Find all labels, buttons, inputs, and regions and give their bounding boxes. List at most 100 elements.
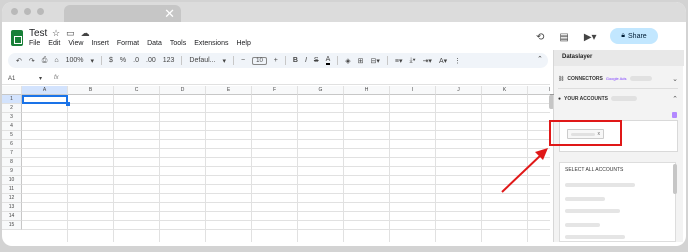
column-header-k[interactable]: K: [482, 86, 528, 95]
select-all-corner[interactable]: [2, 86, 22, 95]
account-option[interactable]: [565, 197, 605, 201]
row-header-5[interactable]: 5: [2, 131, 22, 140]
account-option[interactable]: [565, 235, 625, 239]
share-button[interactable]: 🔒︎ Share: [610, 28, 658, 44]
row-header-10[interactable]: 10: [2, 176, 22, 185]
row-header-11[interactable]: 11: [2, 185, 22, 194]
menu-data[interactable]: Data: [147, 40, 162, 47]
menu-tools[interactable]: Tools: [170, 40, 186, 47]
font-chevron-icon[interactable]: ▾: [223, 57, 227, 65]
browser-tab[interactable]: ✕: [64, 5, 181, 22]
window-zoom-dot[interactable]: [37, 8, 44, 15]
decrease-decimal-button[interactable]: .0: [133, 57, 139, 64]
spreadsheet-grid[interactable]: ABCDEFGHIJKL123456789101112131415: [2, 86, 550, 242]
name-box-chevron-icon[interactable]: ▾: [39, 75, 42, 82]
column-header-l[interactable]: L: [528, 86, 550, 95]
grid-row-line: [22, 229, 550, 230]
column-header-h[interactable]: H: [344, 86, 390, 95]
selected-cell[interactable]: [22, 95, 68, 104]
borders-icon[interactable]: ⊞: [358, 57, 364, 65]
row-header-12[interactable]: 12: [2, 194, 22, 203]
zoom-select[interactable]: 100%: [66, 57, 84, 64]
column-header-c[interactable]: C: [114, 86, 160, 95]
star-icon[interactable]: ☆: [52, 28, 66, 38]
row-header-13[interactable]: 13: [2, 203, 22, 212]
row-header-6[interactable]: 6: [2, 140, 22, 149]
text-color-icon[interactable]: A: [325, 56, 331, 65]
move-folder-icon[interactable]: ▭: [66, 28, 81, 38]
fill-handle[interactable]: [66, 102, 70, 106]
column-header-d[interactable]: D: [160, 86, 206, 95]
chevron-down-icon[interactable]: ⌄: [672, 75, 678, 83]
percent-format-button[interactable]: %: [120, 57, 126, 64]
text-wrap-icon[interactable]: ⇥▾: [423, 57, 432, 65]
font-size-decrease-button[interactable]: −: [241, 57, 245, 64]
select-all-accounts-option[interactable]: SELECT ALL ACCOUNTS: [565, 167, 623, 173]
italic-icon[interactable]: I: [305, 57, 307, 64]
chevron-up-icon[interactable]: ⌃: [672, 95, 678, 103]
redo-icon[interactable]: ↷: [29, 57, 35, 65]
column-header-e[interactable]: E: [206, 86, 252, 95]
sidebar-scrollbar[interactable]: [673, 164, 677, 194]
column-header-a[interactable]: A: [22, 86, 68, 95]
number-format-button[interactable]: 123: [163, 57, 175, 64]
column-header-b[interactable]: B: [68, 86, 114, 95]
strikethrough-icon[interactable]: S: [314, 57, 319, 64]
window-minimize-dot[interactable]: [24, 8, 31, 15]
meet-icon[interactable]: ▶▾: [584, 32, 597, 43]
sheets-logo-icon[interactable]: [11, 30, 23, 46]
accounts-section[interactable]: ● YOUR ACCOUNTS ⌃: [558, 92, 678, 105]
merge-cells-icon[interactable]: ⊟▾: [371, 57, 380, 65]
column-header-j[interactable]: J: [436, 86, 482, 95]
row-header-8[interactable]: 8: [2, 158, 22, 167]
tab-close-icon[interactable]: ✕: [164, 6, 175, 22]
fill-color-icon[interactable]: ◈: [345, 57, 350, 65]
row-header-15[interactable]: 15: [2, 221, 22, 230]
row-header-1[interactable]: 1: [2, 95, 22, 104]
menu-edit[interactable]: Edit: [48, 40, 60, 47]
row-header-14[interactable]: 14: [2, 212, 22, 221]
text-rotation-icon[interactable]: A▾: [439, 57, 447, 65]
horizontal-align-icon[interactable]: ≡▾: [395, 57, 403, 65]
menu-view[interactable]: View: [68, 40, 83, 47]
more-options-icon[interactable]: ⋮: [454, 57, 461, 65]
bold-icon[interactable]: B: [293, 57, 298, 64]
connectors-section[interactable]: ⛓ CONNECTORS Google Ads ⌄: [558, 72, 678, 85]
increase-decimal-button[interactable]: .00: [146, 57, 156, 64]
document-title[interactable]: Test: [29, 28, 47, 39]
row-header-9[interactable]: 9: [2, 167, 22, 176]
zoom-chevron-icon[interactable]: ▾: [91, 57, 95, 65]
menu-insert[interactable]: Insert: [91, 40, 109, 47]
menu-format[interactable]: Format: [117, 40, 139, 47]
menu-extensions[interactable]: Extensions: [194, 40, 228, 47]
cloud-status-icon[interactable]: ☁: [81, 28, 96, 38]
font-family-select[interactable]: Defaul...: [189, 57, 215, 64]
row-header-7[interactable]: 7: [2, 149, 22, 158]
column-header-g[interactable]: G: [298, 86, 344, 95]
window-close-dot[interactable]: [11, 8, 18, 15]
currency-format-button[interactable]: $: [109, 57, 113, 64]
menu-file[interactable]: File: [29, 40, 40, 47]
print-icon[interactable]: ⎙: [42, 57, 48, 65]
column-header-f[interactable]: F: [252, 86, 298, 95]
accounts-dropdown[interactable]: SELECT ALL ACCOUNTS: [559, 162, 676, 242]
account-option[interactable]: [565, 209, 620, 213]
vertical-align-icon[interactable]: ⤓▾: [410, 57, 416, 65]
undo-icon[interactable]: ↶: [16, 57, 22, 65]
collapse-toolbar-icon[interactable]: ⌃: [537, 55, 543, 63]
row-header-4[interactable]: 4: [2, 122, 22, 131]
column-header-i[interactable]: I: [390, 86, 436, 95]
trash-icon[interactable]: [672, 112, 677, 118]
comments-icon[interactable]: ▤: [559, 32, 568, 43]
paint-format-icon[interactable]: ⌂: [54, 57, 58, 64]
font-size-input[interactable]: 10: [252, 56, 267, 65]
name-box[interactable]: A1: [8, 76, 15, 82]
menu-help[interactable]: Help: [236, 40, 250, 47]
sidebar-scroll-up-icon[interactable]: [550, 94, 554, 95]
version-history-icon[interactable]: ⟲: [536, 32, 544, 43]
font-size-increase-button[interactable]: +: [274, 57, 278, 64]
row-header-3[interactable]: 3: [2, 113, 22, 122]
account-option[interactable]: [565, 183, 635, 187]
row-header-2[interactable]: 2: [2, 104, 22, 113]
account-option[interactable]: [565, 223, 600, 227]
